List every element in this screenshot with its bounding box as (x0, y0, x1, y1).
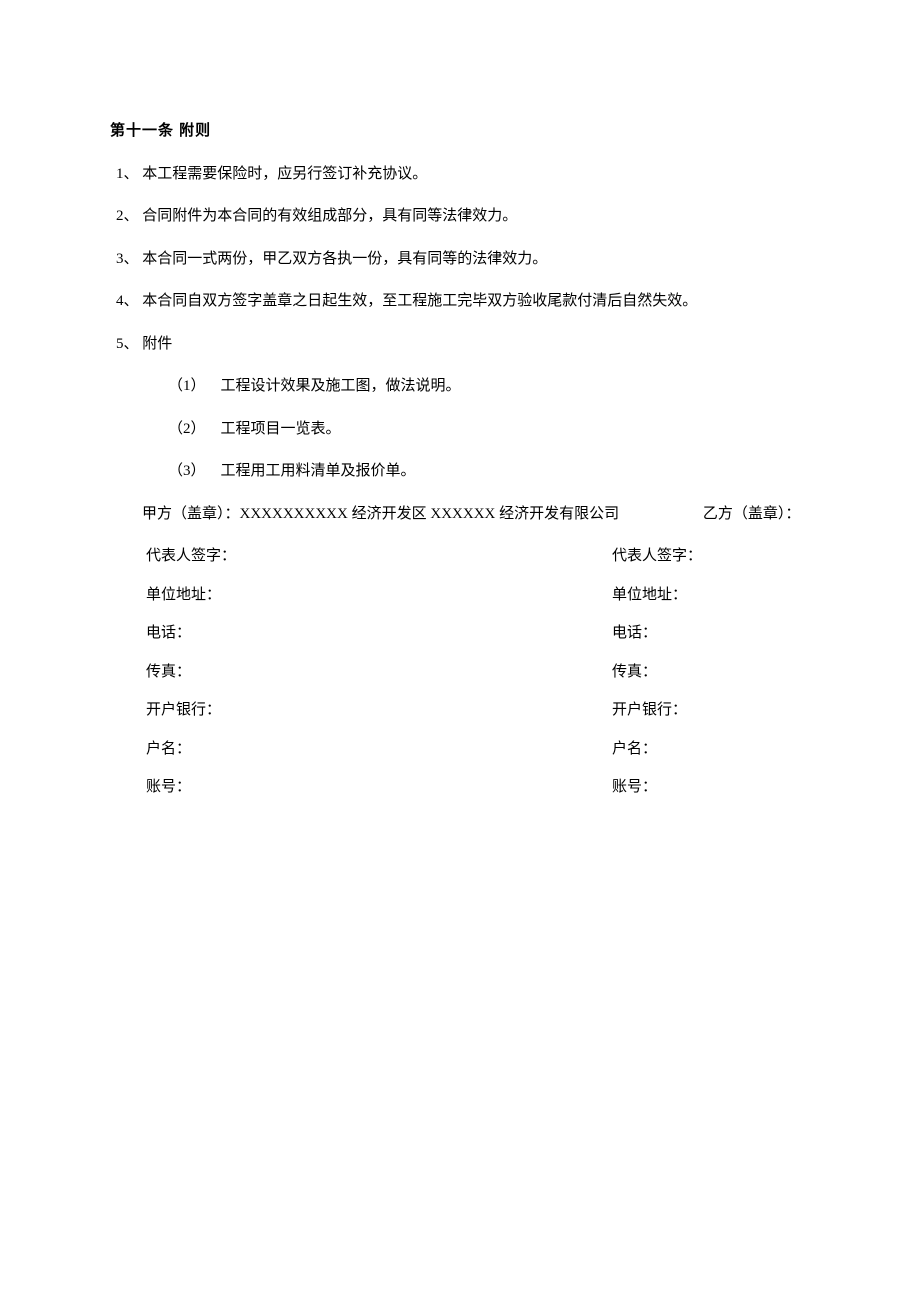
field-address: 单位地址： (146, 584, 612, 607)
field-account-number: 账号： (146, 776, 612, 799)
list-number: 3、 (116, 248, 139, 271)
field-representative: 代表人签字： (146, 545, 612, 568)
field-bank: 开户银行： (146, 699, 612, 722)
list-item: 4、 本合同自双方签字盖章之日起生效，至工程施工完毕双方验收尾款付清后自然失效。 (110, 290, 810, 313)
field-fax: 传真： (146, 661, 612, 684)
sublist-item: （1） 工程设计效果及施工图，做法说明。 (110, 375, 810, 398)
sublist-item: （3） 工程用工用料清单及报价单。 (110, 460, 810, 483)
signature-columns: 代表人签字： 单位地址： 电话： 传真： 开户银行： 户名： 账号： 代表人签字… (110, 545, 810, 815)
list-text: 本合同一式两份，甲乙双方各执一份，具有同等的法律效力。 (142, 251, 547, 267)
sublist-text: 工程项目一览表。 (221, 421, 341, 437)
sublist-number: （2） (168, 421, 206, 437)
party-a-column: 代表人签字： 单位地址： 电话： 传真： 开户银行： 户名： 账号： (110, 545, 612, 815)
sublist-number: （3） (168, 463, 206, 479)
list-number: 1、 (116, 163, 139, 186)
field-representative: 代表人签字： (612, 545, 702, 568)
sublist-number: （1） (168, 378, 206, 394)
field-fax: 传真： (612, 661, 702, 684)
party-a-xs: XXXXXXXXXX (240, 506, 348, 522)
list-item: 5、 附件 (110, 333, 810, 356)
list-text: 合同附件为本合同的有效组成部分，具有同等法律效力。 (142, 208, 517, 224)
list-text: 附件 (142, 336, 172, 352)
sublist-text: 工程用工用料清单及报价单。 (221, 463, 416, 479)
section-heading: 第十一条 附则 (110, 120, 810, 143)
list-text: 本工程需要保险时，应另行签订补充协议。 (142, 166, 427, 182)
list-number: 2、 (116, 205, 139, 228)
party-signature-line: 甲方（盖章）：XXXXXXXXXX 经济开发区 XXXXXX 经济开发有限公司 … (110, 503, 810, 526)
field-account-name: 户名： (146, 738, 612, 761)
list-text: 本合同自双方签字盖章之日起生效，至工程施工完毕双方验收尾款付清后自然失效。 (142, 293, 697, 309)
party-a-label: 甲方（盖章）：XXXXXXXXXX 经济开发区 XXXXXX 经济开发有限公司 (110, 503, 619, 526)
list-item: 2、 合同附件为本合同的有效组成部分，具有同等法律效力。 (110, 205, 810, 228)
document-page: 第十一条 附则 1、 本工程需要保险时，应另行签订补充协议。 2、 合同附件为本… (0, 0, 920, 895)
sublist-item: （2） 工程项目一览表。 (110, 418, 810, 441)
party-a-xs: XXXXXX (430, 506, 495, 522)
field-phone: 电话： (146, 622, 612, 645)
list-number: 5、 (116, 333, 139, 356)
party-a-prefix: 甲方（盖章）： (142, 506, 240, 522)
field-address: 单位地址： (612, 584, 702, 607)
field-bank: 开户银行： (612, 699, 702, 722)
list-item: 3、 本合同一式两份，甲乙双方各执一份，具有同等的法律效力。 (110, 248, 810, 271)
party-a-suffix: 经济开发有限公司 (495, 506, 619, 522)
party-b-label: 乙方（盖章）： (703, 503, 801, 526)
party-a-mid: 经济开发区 (348, 506, 431, 522)
field-account-number: 账号： (612, 776, 702, 799)
field-phone: 电话： (612, 622, 702, 645)
list-number: 4、 (116, 290, 139, 313)
list-item: 1、 本工程需要保险时，应另行签订补充协议。 (110, 163, 810, 186)
sublist-text: 工程设计效果及施工图，做法说明。 (221, 378, 461, 394)
party-b-column: 代表人签字： 单位地址： 电话： 传真： 开户银行： 户名： 账号： (612, 545, 702, 815)
field-account-name: 户名： (612, 738, 702, 761)
